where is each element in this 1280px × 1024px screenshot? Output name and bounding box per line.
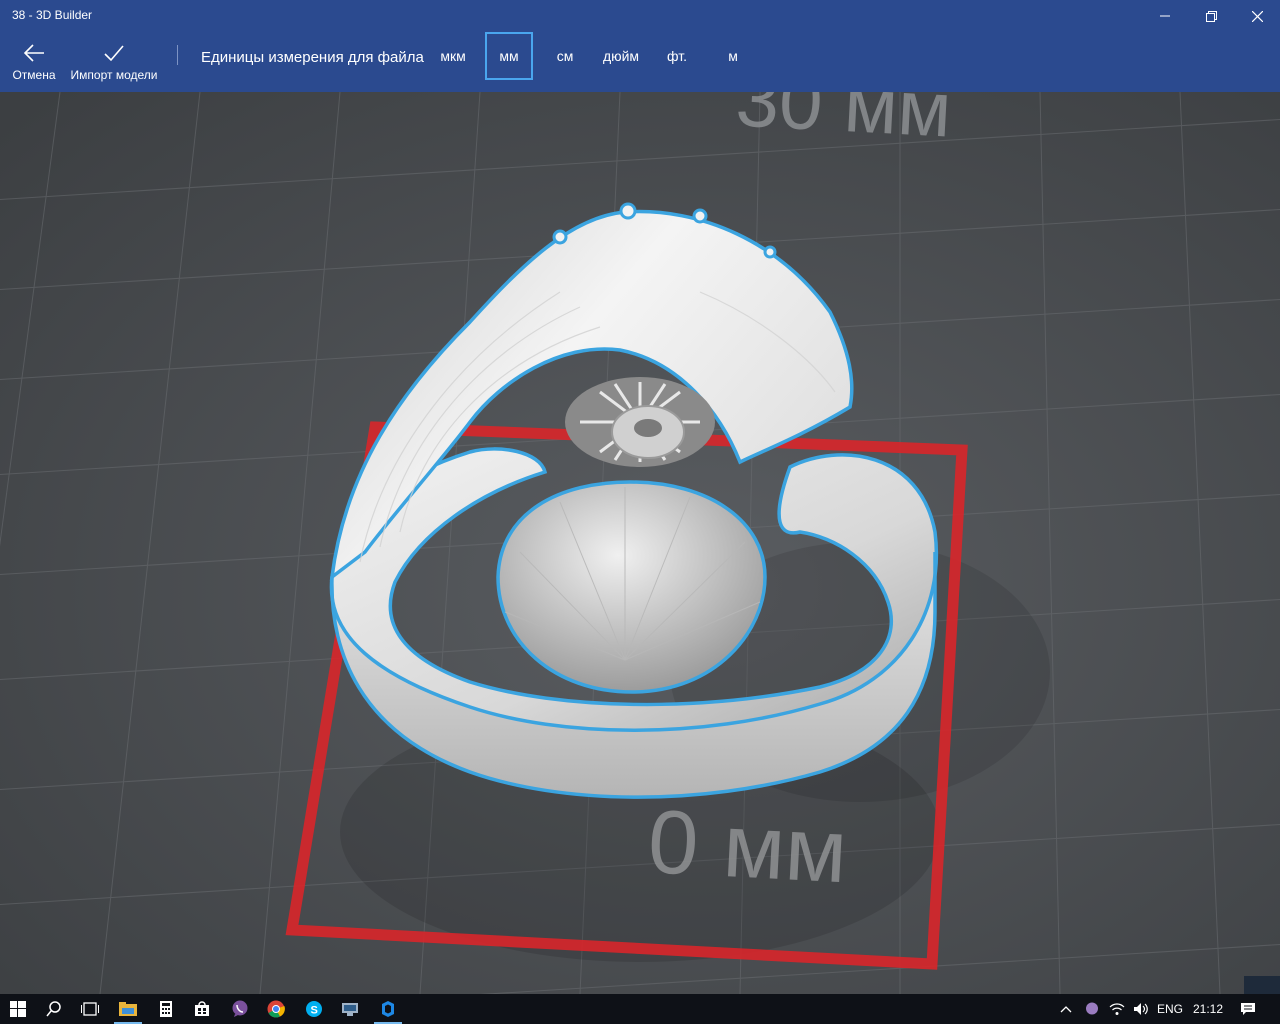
import-model-label: Импорт модели (70, 68, 158, 82)
window-title: 38 - 3D Builder (12, 8, 93, 22)
back-arrow-icon (23, 44, 44, 62)
unit-option-mm[interactable]: мм (485, 32, 533, 80)
taskbar-store[interactable] (184, 994, 220, 1024)
minimize-button[interactable] (1142, 0, 1188, 32)
calculator-icon (160, 1001, 172, 1017)
tray-overflow-button[interactable] (1052, 994, 1080, 1024)
import-model-button[interactable]: Импорт модели (68, 32, 160, 92)
minimize-icon (1160, 15, 1170, 17)
cloud-panel-button[interactable] (1244, 976, 1280, 994)
taskbar-3d-builder[interactable] (370, 994, 406, 1024)
start-button[interactable] (0, 994, 36, 1024)
chrome-icon (267, 1000, 285, 1018)
app-window: 38 - 3D Builder Отмена Импорт модели Еди… (0, 0, 1280, 994)
taskbar-skype[interactable]: S (296, 994, 332, 1024)
units-label: Единицы измерения для файла (201, 49, 424, 66)
3d-builder-icon (382, 1001, 394, 1017)
scene-canvas[interactable]: 30 мм 0 мм (0, 92, 1280, 994)
3d-viewport[interactable]: 30 мм 0 мм (0, 92, 1280, 994)
start-icon (10, 1001, 26, 1017)
volume-icon (1134, 1003, 1148, 1015)
title-bar: 38 - 3D Builder (0, 0, 1280, 32)
network-app-icon (342, 1003, 358, 1016)
viber-icon (232, 1000, 248, 1017)
toolbar-divider (177, 45, 178, 65)
taskbar: S ENG 21:12 (0, 994, 1280, 1024)
tray-volume[interactable] (1128, 994, 1154, 1024)
action-center-button[interactable] (1234, 994, 1262, 1024)
unit-option-cm[interactable]: см (546, 32, 584, 80)
checkmark-icon (104, 45, 124, 62)
cancel-button[interactable]: Отмена (6, 32, 62, 92)
unit-option-ft[interactable]: фт. (660, 32, 694, 80)
taskbar-network-app[interactable] (332, 994, 368, 1024)
skype-icon: S (306, 1001, 322, 1017)
taskbar-file-explorer[interactable] (110, 994, 146, 1024)
task-view-button[interactable] (72, 994, 108, 1024)
taskbar-chrome[interactable] (258, 994, 294, 1024)
unit-option-um[interactable]: мкм (432, 32, 474, 80)
tray-clock[interactable]: 21:12 (1193, 1002, 1223, 1016)
tray-viber[interactable] (1080, 994, 1104, 1024)
task-view-icon (81, 1002, 99, 1016)
wifi-icon (1109, 1003, 1125, 1015)
chevron-up-icon (1060, 1006, 1072, 1013)
tray-network[interactable] (1104, 994, 1130, 1024)
store-icon (195, 1001, 209, 1016)
cancel-label: Отмена (12, 68, 56, 82)
unit-option-m[interactable]: м (718, 32, 748, 80)
import-toolbar: Отмена Импорт модели Единицы измерения д… (0, 32, 1280, 92)
close-button[interactable] (1234, 0, 1280, 32)
taskbar-calculator[interactable] (148, 994, 184, 1024)
file-explorer-icon (119, 1002, 137, 1016)
tray-language[interactable]: ENG (1157, 1002, 1183, 1016)
search-icon (46, 1001, 61, 1017)
close-icon (1251, 10, 1263, 22)
notifications-icon (1241, 1003, 1255, 1015)
restore-icon (1205, 10, 1217, 22)
inlet-cone (496, 480, 767, 694)
restore-button[interactable] (1188, 0, 1234, 32)
taskbar-viber[interactable] (222, 994, 258, 1024)
unit-option-inch[interactable]: дюйм (594, 32, 648, 80)
svg-text:S: S (311, 1005, 318, 1017)
search-button[interactable] (36, 994, 72, 1024)
viber-tray-icon (1086, 1002, 1098, 1015)
